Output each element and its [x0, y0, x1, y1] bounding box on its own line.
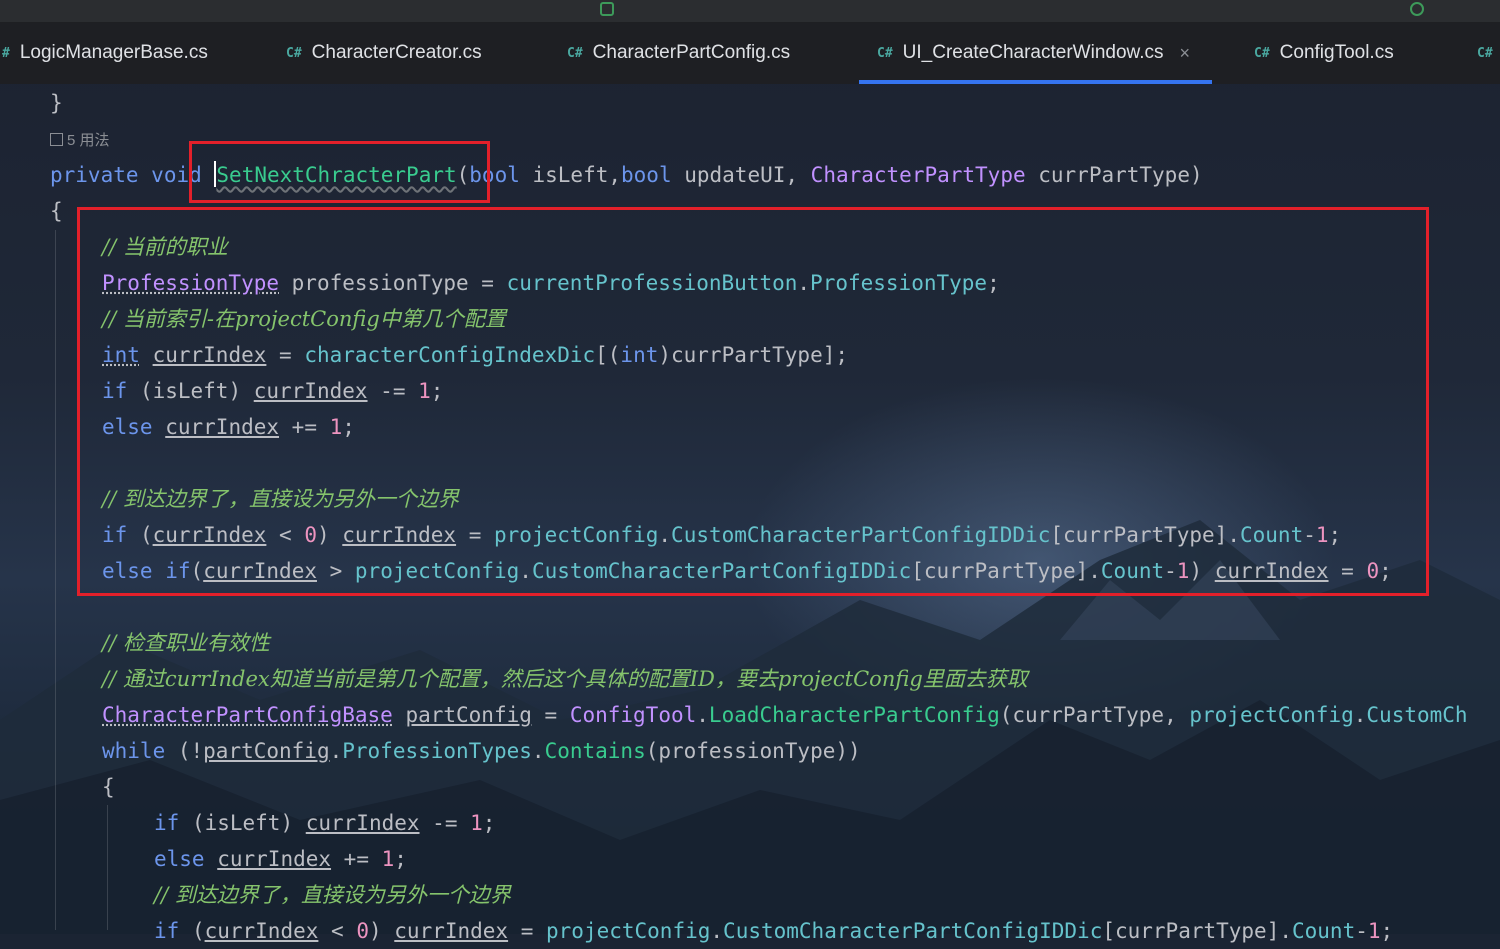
code-text: ): [368, 919, 395, 943]
field: projectConfig: [546, 919, 711, 943]
param: updateUI,: [671, 163, 811, 187]
number: 1: [1367, 919, 1381, 943]
csharp-file-icon: C#: [877, 45, 893, 61]
property: ProfessionTypes: [342, 739, 532, 763]
variable: currIndex: [217, 847, 332, 871]
field: CustomCharacterPartConfigIDDic: [723, 919, 1103, 943]
comment-line[interactable]: // 到达边界了，直接设为另外一个边界: [154, 877, 511, 913]
property: Count: [1292, 919, 1356, 943]
code-text: [currPartType].: [1102, 919, 1292, 943]
code-line[interactable]: CharacterPartConfigBase partConfig = Con…: [102, 697, 1468, 733]
method-call: Contains: [544, 739, 646, 763]
usages-hint[interactable]: 5 用法: [50, 131, 110, 151]
field: projectConfig: [1189, 703, 1354, 727]
type-name: ConfigTool: [569, 703, 697, 727]
tab-charactercreator[interactable]: C# CharacterCreator.cs: [286, 22, 482, 84]
code-text: (professionType)): [645, 739, 861, 763]
field: CustomCh: [1366, 703, 1468, 727]
keyword: if: [154, 811, 180, 835]
variable: currIndex: [204, 919, 319, 943]
title-bar: [0, 0, 1500, 23]
close-icon[interactable]: ×: [1179, 43, 1190, 64]
number: 0: [356, 919, 369, 943]
usages-count: 5 用法: [67, 132, 110, 149]
highlight-box-code-block: [77, 207, 1429, 596]
csharp-file-icon: C#: [1254, 45, 1270, 61]
indent-guide: [107, 805, 108, 930]
code-text: ;: [394, 847, 407, 871]
csharp-file-icon: C#: [286, 45, 302, 61]
csharp-file-icon: C#: [567, 45, 583, 61]
param: currPartType): [1025, 163, 1203, 187]
run-icon[interactable]: [600, 2, 614, 16]
code-line[interactable]: while (!partConfig.ProfessionTypes.Conta…: [102, 733, 861, 769]
code-line[interactable]: else currIndex += 1;: [154, 841, 407, 877]
variable: currIndex: [305, 811, 420, 835]
csharp-file-icon: C#: [1477, 45, 1493, 61]
comment: // 检查职业有效性: [102, 631, 270, 655]
keyword: while: [102, 739, 166, 763]
code-text: =: [508, 919, 547, 943]
code-text: ;: [1380, 919, 1394, 943]
code-text: (currPartType,: [999, 703, 1190, 727]
code-text: .: [696, 703, 709, 727]
indent-guide: [55, 230, 56, 930]
status-icon[interactable]: [1410, 2, 1424, 16]
code-line[interactable]: if (currIndex < 0) currIndex = projectCo…: [154, 913, 1393, 949]
variable: currIndex: [394, 919, 509, 943]
tab-label: ConfigTool.cs: [1279, 42, 1394, 63]
tab-configtool[interactable]: C# ConfigTool.cs: [1254, 22, 1394, 84]
code-text: .: [710, 919, 724, 943]
brace-open: {: [50, 199, 63, 223]
tab-ui-createcharacterwindow[interactable]: C# UI_CreateCharacterWindow.cs ×: [859, 22, 1212, 84]
keyword: bool: [621, 163, 672, 187]
code-line[interactable]: {: [102, 769, 115, 805]
code-text: =: [531, 703, 570, 727]
keyword: else: [154, 847, 205, 871]
variable: partConfig: [203, 739, 330, 763]
type-name: CharacterPartType: [810, 163, 1026, 187]
comment: // 通过currIndex知道当前是第几个配置，然后这个具体的配置ID，要去p…: [102, 667, 1028, 691]
code-text: <: [318, 919, 357, 943]
tab-logicmanagerbase[interactable]: # LogicManagerBase.cs: [2, 22, 208, 84]
brace-open: {: [102, 775, 115, 799]
variable: partConfig: [405, 703, 532, 727]
keyword: private: [50, 163, 139, 187]
brace-close: }: [50, 91, 63, 115]
param: isLeft,: [519, 163, 622, 187]
number: 1: [381, 847, 395, 871]
code-line[interactable]: }: [50, 85, 63, 121]
code-text: .: [1353, 703, 1367, 727]
csharp-file-icon: #: [2, 45, 10, 61]
tab-characterpartconfig[interactable]: C# CharacterPartConfig.cs: [567, 22, 790, 84]
number: 1: [470, 811, 483, 835]
code-text: (isLeft): [179, 811, 306, 835]
highlight-box-method-name: [189, 141, 490, 203]
tab-label: CharacterCreator.cs: [311, 42, 482, 63]
code-line[interactable]: {: [50, 193, 63, 229]
tab-label: LogicManagerBase.cs: [19, 42, 208, 63]
tab-label: UI_CreateCharacterWindow.cs: [902, 42, 1164, 63]
comment-line[interactable]: // 通过currIndex知道当前是第几个配置，然后这个具体的配置ID，要去p…: [102, 661, 1028, 697]
keyword: if: [154, 919, 180, 943]
tab-overflow[interactable]: C#: [1477, 22, 1500, 84]
tab-label: CharacterPartConfig.cs: [592, 42, 791, 63]
comment-line[interactable]: // 检查职业有效性: [102, 625, 270, 661]
code-text: .: [329, 739, 343, 763]
code-text: (: [179, 919, 205, 943]
code-text: -: [1355, 919, 1368, 943]
type-name: CharacterPartConfigBase: [102, 703, 393, 727]
code-text: -=: [419, 811, 471, 835]
usages-icon: [50, 133, 63, 146]
comment: // 到达边界了，直接设为另外一个边界: [154, 883, 511, 907]
code-text: .: [531, 739, 545, 763]
code-line[interactable]: if (isLeft) currIndex -= 1;: [154, 805, 495, 841]
code-text: (!: [165, 739, 204, 763]
code-text: ;: [482, 811, 496, 835]
editor-tab-bar: # LogicManagerBase.cs C# CharacterCreato…: [0, 22, 1500, 84]
method-call: LoadCharacterPartConfig: [708, 703, 1000, 727]
code-text: +=: [331, 847, 382, 871]
